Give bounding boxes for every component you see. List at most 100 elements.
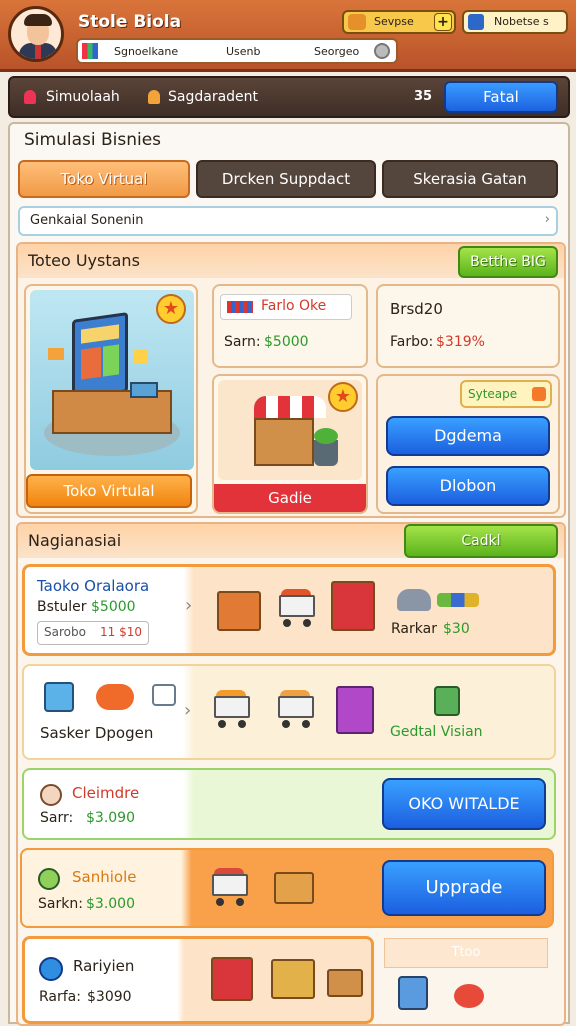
monitor-icon (72, 312, 128, 400)
row4-value: $3.000 (86, 896, 135, 912)
badge-button[interactable]: Betthe BIG (458, 246, 558, 278)
star-badge-icon-2: ★ (328, 382, 358, 412)
fridge-blue-icon (398, 976, 428, 1010)
fruit-icon (96, 684, 134, 710)
card-brsd20[interactable]: Brsd20 Farbo: $319% (376, 284, 560, 368)
add-resource-button[interactable]: + (434, 13, 452, 31)
coin-icon (348, 14, 366, 30)
row3-value: $3.090 (86, 810, 135, 826)
row5-value: $3090 (87, 989, 132, 1005)
subbar-item-1[interactable]: Simuolaah (46, 89, 120, 105)
crate-icon-2 (327, 969, 363, 997)
flag-strip-icon (227, 301, 253, 313)
row3-label: Sarr: (40, 810, 74, 826)
chip-label: Syteape (468, 387, 518, 401)
produce-crate-icon (274, 872, 314, 904)
row2-chevron-icon: › (184, 700, 192, 721)
laptop-icon (130, 382, 158, 398)
list-item-sanhiole[interactable]: Sanhiole Sarkn: $3.000 Upprade (20, 848, 554, 928)
list-item-rariyien[interactable]: Rariyien Rarfa: $3090 (22, 936, 374, 1024)
breadcrumb[interactable]: Genkaial Sonenin › (18, 206, 558, 236)
row1-label: Bstuler (37, 599, 87, 615)
row1-field[interactable]: Sarobo 11 $10 (37, 621, 149, 645)
resource-label: Sevpse (374, 15, 414, 28)
face-icon (40, 784, 62, 806)
row1-title: Taoko Oralaora (37, 577, 150, 595)
card3-title: Brsd20 (390, 300, 443, 318)
upgrade-button[interactable]: Upprade (382, 860, 546, 916)
list-item-dpogen[interactable]: Sasker Dpogen › Gedtal Visian (22, 664, 556, 760)
heart-icon (532, 387, 546, 401)
sub-toolbar: Simuolaah Sagdaradent 35 Fatal (8, 76, 570, 118)
list-item-oralaora[interactable]: Taoko Oralaora Bstuler $5000 Sarobo 11 $… (22, 564, 556, 656)
phone-icon (434, 686, 460, 716)
row4-label: Sarkn: (38, 896, 83, 912)
syteape-chip[interactable]: Syteape (460, 380, 552, 408)
tab-2[interactable]: Drcken Suppdact (196, 160, 376, 198)
card-farlo-oke[interactable]: Farlo Oke Sarn: $5000 (212, 284, 368, 368)
row5-label: Rarfa: (39, 989, 81, 1005)
toko-virtual-button[interactable]: Toko Virtulal (26, 474, 192, 508)
cadkl-button[interactable]: Cadkl (404, 524, 558, 558)
dlobon-button[interactable]: Dlobon (386, 466, 550, 506)
row1-value: $5000 (91, 599, 136, 615)
row3-action-button[interactable]: OKO WITALDE (382, 778, 546, 830)
row1-field-label: Sarobo (44, 625, 86, 639)
machine-icon (336, 686, 374, 734)
row5-side-chip: Ttoo (384, 938, 548, 968)
gem-icon (468, 14, 484, 30)
top-header: Stole Biola Sevpse + Nobetse s Sgnoelkan… (0, 0, 576, 72)
section-store: Toteo Uystans Betthe BIG ★ Toko Virtulal (16, 242, 566, 518)
gem-label: Nobetse s (494, 15, 549, 28)
row1-side-value: $30 (443, 621, 470, 637)
resource-counter[interactable]: Sevpse + (342, 10, 456, 34)
star-badge-icon: ★ (156, 294, 186, 324)
list-item-cleimdre[interactable]: Cleimdre Sarr: $3.090 OKO WITALDE (22, 768, 556, 840)
card2-label: Sarn: (224, 334, 261, 350)
cube-icon (44, 682, 74, 712)
player-avatar[interactable] (8, 6, 64, 62)
tag-icon (152, 684, 176, 706)
subbar-main-button[interactable]: Fatal (444, 81, 558, 113)
card3-value: $319% (436, 334, 485, 350)
flag-icon (82, 43, 98, 59)
awning-icon (254, 396, 326, 418)
section-management: Nagianasiai Cadkl Taoko Oralaora Bstuler… (16, 522, 566, 1026)
card2-title: Farlo Oke (261, 298, 327, 314)
nav-item-3[interactable]: Seorgeo (314, 45, 359, 58)
card-toko-virtual[interactable]: ★ Toko Virtulal (24, 284, 198, 514)
row4-title: Sanhiole (72, 868, 137, 886)
tab-toko-virtual[interactable]: Toko Virtual (18, 160, 190, 198)
nav-item-1[interactable]: Sgnoelkane (114, 45, 178, 58)
plant-icon (314, 428, 338, 444)
cart-icon-3 (274, 690, 318, 730)
avatar-tie (35, 45, 41, 59)
dgdema-button[interactable]: Dgdema (386, 416, 550, 456)
settings-gear-icon[interactable] (374, 43, 390, 59)
gadie-button[interactable]: Gadie (214, 484, 366, 512)
breadcrumb-text: Genkaial Sonenin (30, 213, 144, 228)
row2-side-label: Gedtal Visian (390, 724, 483, 740)
fridge-icon (211, 957, 253, 1001)
row3-title: Cleimdre (72, 784, 140, 802)
bell-icon (397, 589, 431, 611)
tab-3[interactable]: Skerasia Gatan (382, 160, 558, 198)
sticker-icon (48, 348, 64, 360)
card3-label: Farbo: (390, 334, 434, 350)
panel-title: Simulasi Bisnies (24, 130, 162, 150)
gem-counter[interactable]: Nobetse s (462, 10, 568, 34)
row2-title: Sasker Dpogen (40, 724, 154, 742)
vegetable-icon (454, 984, 484, 1008)
cart-icon-4 (208, 868, 252, 908)
subbar-item-2[interactable]: Sagdaradent (168, 89, 258, 105)
shop-icon (217, 591, 261, 631)
row1-chevron-icon: › (185, 595, 193, 616)
card-gadie[interactable]: ★ Gadie (212, 374, 368, 514)
nav-item-2[interactable]: Usenb (226, 45, 261, 58)
card2-value: $5000 (264, 334, 309, 350)
sticker-icon-2 (134, 350, 148, 364)
cart-icon-2 (210, 690, 254, 730)
stall-icon (254, 418, 314, 466)
cart-icon (275, 589, 319, 629)
top-nav: Sgnoelkane Usenb Seorgeo (76, 38, 398, 64)
